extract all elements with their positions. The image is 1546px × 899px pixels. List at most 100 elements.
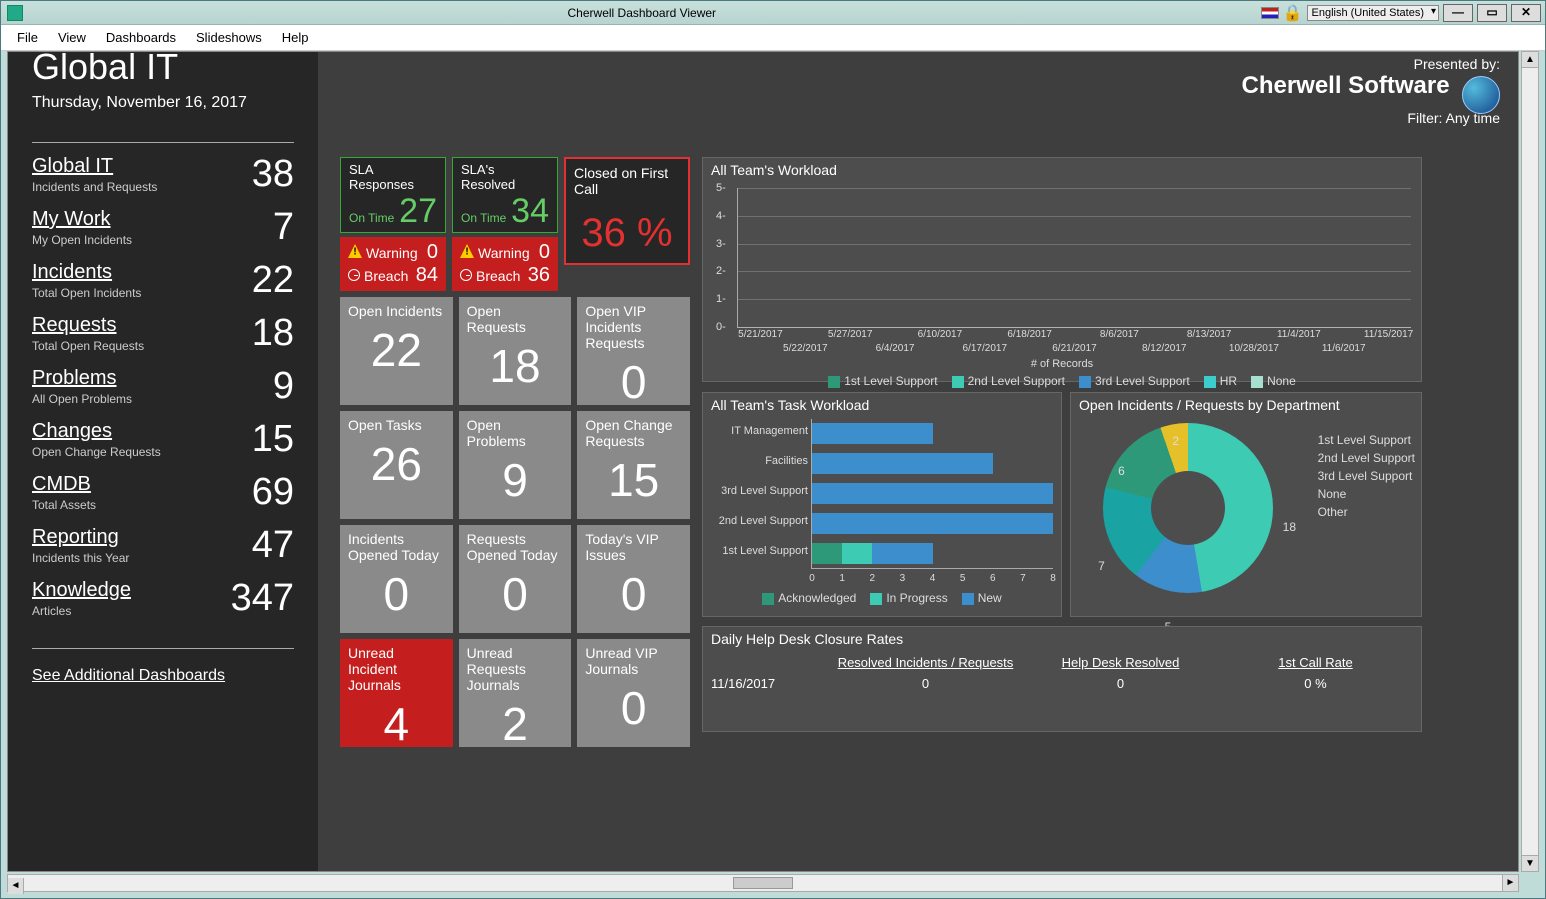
clock-icon — [460, 269, 472, 281]
menu-help[interactable]: Help — [274, 28, 317, 47]
sidebar-sub: Total Assets — [32, 498, 96, 512]
sidebar-date: Thursday, November 16, 2017 — [32, 94, 294, 112]
metric-tile[interactable]: Incidents Opened Today0 — [340, 525, 453, 633]
sidebar-value: 347 — [231, 579, 294, 617]
scroll-thumb[interactable] — [733, 877, 793, 889]
metric-tile[interactable]: Open Incidents22 — [340, 297, 453, 405]
sidebar-link: CMDB — [32, 473, 96, 496]
sidebar-item-changes[interactable]: Changes Open Change Requests 15 — [32, 420, 294, 459]
presented-by-label: Presented by: — [1241, 56, 1500, 72]
menu-file[interactable]: File — [9, 28, 46, 47]
menu-dashboards[interactable]: Dashboards — [98, 28, 184, 47]
sidebar-sub: All Open Problems — [32, 392, 132, 406]
sidebar-item-problems[interactable]: ProblemsAll Open Problems9 — [32, 367, 294, 406]
sidebar-sub: Open Change Requests — [32, 445, 161, 459]
minimize-button[interactable]: — — [1443, 4, 1473, 22]
metric-tile[interactable]: Unread VIP Journals0 — [577, 639, 690, 747]
sidebar-sub: My Open Incidents — [32, 233, 132, 247]
sidebar-sub: Total Open Requests — [32, 339, 144, 353]
metric-tile[interactable]: Today's VIP Issues0 — [577, 525, 690, 633]
sidebar-item-reporting[interactable]: Reporting Incidents this Year 47 — [32, 526, 294, 565]
close-button[interactable]: ✕ — [1511, 4, 1541, 22]
sidebar-sub: Total Open Incidents — [32, 286, 141, 300]
main-area: Presented by: Cherwell Software Filter: … — [320, 52, 1518, 871]
sidebar-item-knowledge[interactable]: Knowledge Articles 347 — [32, 579, 294, 618]
sidebar-title: Global IT — [32, 51, 294, 88]
task-hbar-chart[interactable]: IT ManagementFacilities3rd Level Support… — [811, 419, 1053, 569]
filter-label: Filter: Any time — [1241, 110, 1500, 126]
scroll-down-arrow[interactable]: ▼ — [1522, 855, 1538, 871]
sidebar-link: Knowledge — [32, 579, 131, 602]
sidebar-sub: Incidents and Requests — [32, 180, 157, 194]
sidebar-link: My Work — [32, 208, 132, 231]
metric-tile[interactable]: Open Requests18 — [459, 297, 572, 405]
app-icon — [7, 5, 23, 21]
sidebar-link: Changes — [32, 420, 161, 443]
scroll-up-arrow[interactable]: ▲ — [1522, 52, 1538, 68]
sidebar-item-cmdb[interactable]: CMDB Total Assets 69 — [32, 473, 294, 512]
app-window: Cherwell Dashboard Viewer 🔒 English (Uni… — [0, 0, 1546, 899]
clock-icon — [348, 269, 360, 281]
menu-slideshows[interactable]: Slideshows — [188, 28, 270, 47]
window-title: Cherwell Dashboard Viewer — [23, 6, 1261, 20]
warning-icon — [460, 244, 474, 258]
cherwell-logo-icon — [1462, 76, 1500, 114]
sidebar-value: 47 — [252, 526, 294, 564]
sla-tile[interactable]: SLA's ResolvedOn Time34Warning0Breach36 — [452, 157, 558, 291]
see-more-dashboards-link[interactable]: See Additional Dashboards — [32, 667, 225, 685]
chart-legend: 1st Level Support2nd Level Support3rd Le… — [703, 370, 1421, 392]
vertical-scrollbar[interactable]: ▲ ▼ — [1521, 51, 1539, 872]
closure-header-row: Resolved Incidents / RequestsHelp Desk R… — [711, 653, 1413, 672]
warning-icon — [348, 244, 362, 258]
x-axis-label: # of Records — [703, 358, 1421, 370]
sidebar-value: 69 — [252, 473, 294, 511]
sidebar-link: Requests — [32, 314, 144, 337]
metric-tile[interactable]: Unread Requests Journals2 — [459, 639, 572, 747]
sidebar-item-global-it[interactable]: Global IT Incidents and Requests 38 — [32, 155, 294, 194]
sidebar-item-my-work[interactable]: My Work My Open Incidents 7 — [32, 208, 294, 247]
maximize-button[interactable]: ▭ — [1477, 4, 1507, 22]
metric-tile[interactable]: Open Tasks26 — [340, 411, 453, 519]
chart-title: All Team's Task Workload — [703, 393, 1061, 413]
sidebar-item-incidents[interactable]: Incidents Total Open Incidents 22 — [32, 261, 294, 300]
panel-title: Daily Help Desk Closure Rates — [711, 631, 1413, 647]
dept-donut-panel: Open Incidents / Requests by Department … — [1070, 392, 1422, 617]
sidebar-value: 22 — [252, 261, 294, 299]
language-selector[interactable]: English (United States) — [1307, 5, 1440, 21]
sidebar-sub: Incidents this Year — [32, 551, 129, 565]
lock-icon: 🔒 — [1283, 3, 1303, 23]
sidebar-value: 9 — [273, 367, 294, 405]
sidebar: Global IT Thursday, November 16, 2017 Gl… — [8, 52, 318, 871]
metric-tile[interactable]: Unread Incident Journals4 — [340, 639, 453, 747]
scroll-right-arrow[interactable]: ► — [1502, 875, 1518, 891]
chart-title: Open Incidents / Requests by Department — [1071, 393, 1421, 413]
donut-chart[interactable]: 1857621st Level Support2nd Level Support… — [1071, 423, 1421, 593]
brand-name: Cherwell Software — [1241, 72, 1449, 100]
horizontal-scrollbar[interactable]: ◄ ► — [7, 874, 1519, 892]
chart-title: All Team's Workload — [703, 158, 1421, 178]
menu-view[interactable]: View — [50, 28, 94, 47]
sidebar-value: 7 — [273, 208, 294, 246]
scroll-left-arrow[interactable]: ◄ — [8, 878, 24, 894]
metric-tile[interactable]: Open Change Requests15 — [577, 411, 690, 519]
sidebar-item-requests[interactable]: RequestsTotal Open Requests18 — [32, 314, 294, 353]
sidebar-sub: Articles — [32, 604, 131, 618]
sidebar-link: Incidents — [32, 261, 141, 284]
sla-tile[interactable]: SLA ResponsesOn Time27Warning0Breach84 — [340, 157, 446, 291]
metric-tile[interactable]: Requests Opened Today0 — [459, 525, 572, 633]
metric-tile[interactable]: Open Problems9 — [459, 411, 572, 519]
flag-icon — [1261, 7, 1279, 19]
chart-legend: AcknowledgedIn ProgressNew — [703, 587, 1061, 609]
closure-row: 11/16/2017000 % — [711, 672, 1413, 695]
brand-block: Presented by: Cherwell Software Filter: … — [1241, 56, 1500, 126]
sidebar-link: Reporting — [32, 526, 129, 549]
sidebar-value: 38 — [252, 155, 294, 193]
workload-bar-chart[interactable]: 0-1-2-3-4-5-5/21/20175/22/20175/27/20176… — [737, 188, 1411, 328]
tile-grid: SLA ResponsesOn Time27Warning0Breach84SL… — [340, 157, 690, 753]
sidebar-link: Global IT — [32, 155, 157, 178]
sidebar-value: 15 — [252, 420, 294, 458]
menu-bar: FileViewDashboardsSlideshowsHelp — [1, 25, 1545, 51]
metric-tile[interactable]: Open VIP Incidents Requests0 — [577, 297, 690, 405]
closed-first-call-tile[interactable]: Closed on First Call36 % — [564, 157, 690, 265]
dashboard-body: Global IT Thursday, November 16, 2017 Gl… — [7, 51, 1519, 872]
